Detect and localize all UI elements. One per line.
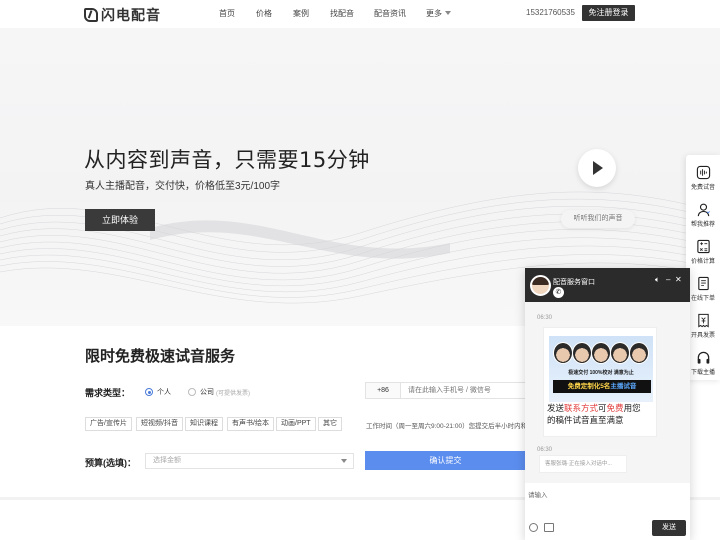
promo-text-part: 用您: [623, 403, 641, 413]
nav-more[interactable]: 更多: [426, 8, 451, 19]
hero-subtitle: 真人主播配音，交付快，价格低至3元/100字: [85, 181, 281, 192]
tag-other[interactable]: 其它: [318, 417, 342, 431]
agent-typing-message: 客服张璐·正在接入对话中...: [539, 455, 627, 473]
promo-message: 极速交付 100%校对 满意为止 免费定制化5名主播试音 发送联系方式可免费用您…: [543, 327, 657, 437]
sidebar-item-invoice[interactable]: 开具发票: [686, 313, 720, 339]
speaker-icon[interactable]: 🔈︎: [655, 275, 660, 285]
emoji-icon[interactable]: [529, 523, 538, 532]
document-icon: [697, 276, 709, 291]
close-icon[interactable]: ✕: [675, 275, 682, 284]
budget-placeholder: 选择金额: [153, 457, 181, 464]
promo-text-part: 可: [598, 403, 607, 413]
sidebar-item-recommend[interactable]: 帮我推荐: [686, 202, 720, 228]
hero-title: 从内容到声音，只需要15分钟: [84, 148, 370, 172]
headphones-icon: [697, 351, 709, 364]
submit-button[interactable]: 确认提交: [365, 451, 526, 470]
tag-course[interactable]: 知识课程: [185, 417, 223, 431]
chevron-down-icon: [445, 11, 451, 15]
promo-text-highlight: 免费: [606, 403, 624, 413]
tag-animation[interactable]: 动画/PPT: [276, 417, 316, 431]
radio-unchecked-icon: [188, 388, 196, 396]
radio-company[interactable]: 公司 (可提供发票): [188, 387, 250, 397]
top-nav: 闪电配音 首页 价格 案例 找配音 配音资讯 更多 15321760535 免注…: [0, 0, 720, 28]
chat-input-area: 请输入 发送: [525, 483, 690, 540]
sidebar-item-download[interactable]: 下载主播: [686, 350, 720, 376]
promo-text-highlight: 联系方式: [564, 403, 599, 413]
nav-news[interactable]: 配音资讯: [374, 8, 406, 19]
phone-icon[interactable]: ✆: [553, 287, 564, 298]
chat-window: 配音服务窗口 ✆ 🔈︎ – ✕ 06:30 极速交付 100%校对 满意为止 免…: [525, 268, 690, 540]
worktime-note: 工作时间（周一至周六9:00-21:00）您提交后半小时内和: [366, 423, 528, 430]
radio-personal[interactable]: 个人: [145, 387, 171, 397]
sidebar-label: 开具发票: [690, 333, 715, 339]
message-time: 06:30: [537, 315, 553, 321]
user-icon: [697, 203, 710, 217]
chat-input[interactable]: 请输入: [528, 489, 548, 499]
sidebar-item-order[interactable]: 在线下单: [686, 276, 720, 302]
logo[interactable]: 闪电配音: [84, 5, 161, 25]
radio-checked-icon: [145, 388, 153, 396]
login-button[interactable]: 免注册登录: [582, 5, 635, 21]
sidebar-label: 价格计算: [690, 259, 715, 265]
radio-personal-label: 个人: [157, 389, 171, 396]
demand-type-label: 需求类型：: [85, 388, 131, 398]
minimize-icon[interactable]: –: [666, 275, 670, 284]
promo-text: 发送联系方式可免费用您 的稿件试音直至满意: [547, 402, 657, 426]
radio-company-hint: (可提供发票): [216, 390, 250, 397]
sidebar-item-free-trial[interactable]: 免费试音: [686, 165, 720, 191]
nav-price[interactable]: 价格: [256, 8, 272, 19]
radio-company-label: 公司: [200, 389, 214, 396]
tag-ad[interactable]: 广告/宣传片: [85, 417, 132, 431]
chat-header: 配音服务窗口 ✆ 🔈︎ – ✕: [525, 268, 690, 302]
nav-home[interactable]: 首页: [219, 8, 235, 19]
country-code-select[interactable]: +86: [365, 382, 400, 399]
promo-banner: 免费定制化5名主播试音: [553, 380, 651, 393]
budget-label: 预算(选填)：: [85, 458, 136, 468]
promo-text-part: 发送: [547, 403, 565, 413]
message-time: 06:30: [537, 447, 553, 453]
tag-short-video[interactable]: 短视频/抖音: [136, 417, 183, 431]
right-sidebar: 免费试音 帮我推荐 价格计算 在线下单 开具发票 下载主播: [686, 155, 720, 380]
calculator-icon: [696, 239, 710, 254]
invoice-icon: [697, 313, 709, 328]
sidebar-label: 免费试音: [690, 185, 715, 191]
voice-actors-photos: [553, 342, 653, 366]
phone-input[interactable]: [400, 382, 530, 399]
promo-banner-highlight: 主播试音: [610, 383, 637, 390]
nav-more-label: 更多: [426, 9, 442, 18]
send-button[interactable]: 发送: [652, 520, 686, 536]
chat-title: 配音服务窗口: [553, 279, 595, 286]
listen-voice-button[interactable]: 听听我们的声音: [561, 210, 635, 228]
agent-avatar: [530, 275, 551, 296]
logo-text: 闪电配音: [101, 7, 161, 23]
promo-image[interactable]: 极速交付 100%校对 满意为止 免费定制化5名主播试音: [549, 336, 653, 402]
sidebar-label: 在线下单: [690, 296, 715, 302]
audio-wave-icon: [696, 165, 710, 180]
promo-banner-text: 免费定制化5名: [567, 383, 611, 390]
budget-select[interactable]: 选择金额: [145, 453, 354, 469]
nav-find-voice[interactable]: 找配音: [330, 8, 354, 19]
play-icon[interactable]: [578, 149, 616, 187]
tag-audiobook[interactable]: 有声书/绘本: [227, 417, 274, 431]
hotline-phone: 15321760535: [526, 8, 575, 17]
trial-section-title: 限时免费极速试音服务: [85, 348, 236, 365]
nav-cases[interactable]: 案例: [293, 8, 309, 19]
lightning-logo-icon: [84, 8, 98, 22]
sidebar-label: 帮我推荐: [690, 222, 715, 228]
image-icon[interactable]: [544, 523, 554, 532]
sidebar-label: 下载主播: [690, 370, 715, 376]
try-now-button[interactable]: 立即体验: [85, 209, 155, 231]
promo-bullets: 极速交付 100%校对 满意为止: [568, 370, 634, 376]
promo-text-part: 的稿件试音直至满意: [547, 415, 624, 425]
sidebar-item-price-calc[interactable]: 价格计算: [686, 239, 720, 265]
